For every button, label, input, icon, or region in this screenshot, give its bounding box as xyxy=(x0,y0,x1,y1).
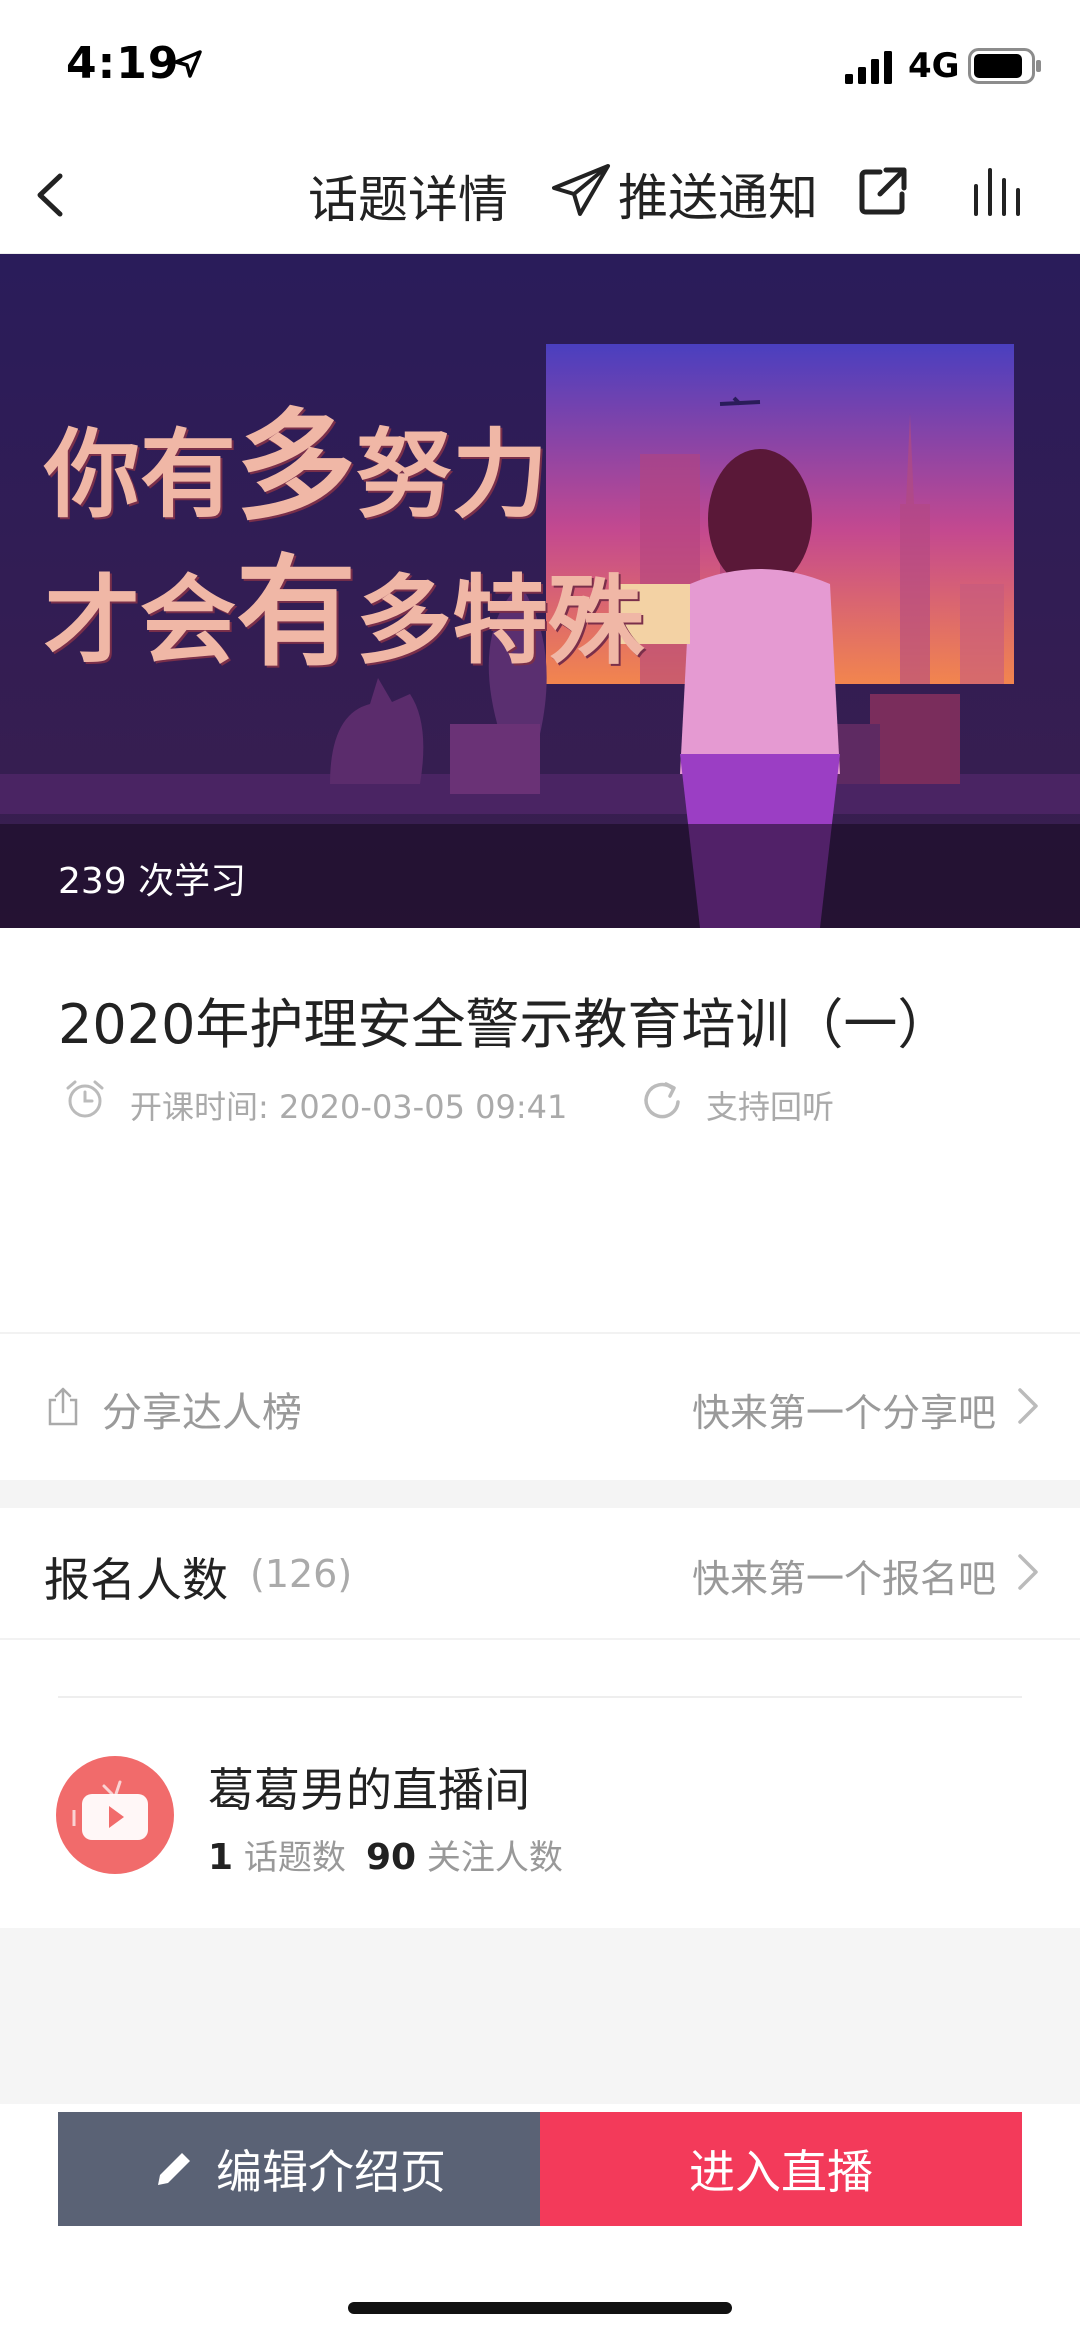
slogan-part: 多 xyxy=(236,396,356,537)
send-icon[interactable] xyxy=(550,162,612,218)
signup-label: 报名人数 xyxy=(44,1553,228,1607)
signup-count-row[interactable]: 报名人数 (126) 快来第一个报名吧 xyxy=(0,1508,1080,1640)
followers-number: 90 xyxy=(366,1837,417,1878)
live-room-name: 葛葛男的直播间 xyxy=(208,1763,530,1817)
edit-intro-label: 编辑介绍页 xyxy=(216,2145,446,2199)
enter-live-label: 进入直播 xyxy=(689,2145,873,2199)
banner-line-1: 你有多努力 xyxy=(44,394,644,540)
status-time: 4:19 xyxy=(66,38,180,89)
live-room-avatar xyxy=(56,1756,174,1874)
followers-label: 关注人数 xyxy=(426,1838,563,1878)
share-ranking-hint: 快来第一个分享吧 xyxy=(691,1391,996,1435)
network-type: 4G xyxy=(908,46,960,86)
divider xyxy=(0,1638,1080,1640)
slogan-part: 多特殊 xyxy=(356,564,644,678)
stats-icon[interactable] xyxy=(972,166,1028,218)
home-indicator[interactable] xyxy=(348,2302,732,2314)
push-notification-button[interactable]: 推送通知 xyxy=(618,158,818,230)
page-title: 话题详情 xyxy=(308,171,508,229)
replay-support: 支持回听 xyxy=(706,1088,835,1126)
live-room-card[interactable]: 葛葛男的直播间 1 话题数 90 关注人数 xyxy=(0,1698,1080,1928)
location-arrow-icon xyxy=(174,50,202,78)
replay-icon xyxy=(644,1082,680,1119)
page-filler xyxy=(0,1928,1080,2104)
topics-count: 1 话题数 xyxy=(208,1830,346,1879)
share-ranking-label: 分享达人榜 xyxy=(102,1390,302,1436)
slogan-part: 才会 xyxy=(44,564,236,678)
chevron-right-icon xyxy=(1018,1388,1038,1424)
external-share-icon[interactable] xyxy=(856,164,910,218)
alarm-clock-icon xyxy=(66,1080,104,1118)
course-meta: 开课时间: 2020-03-05 09:41 支持回听 xyxy=(58,1078,1058,1126)
signal-icon xyxy=(845,51,892,84)
followers-count: 90 关注人数 xyxy=(366,1830,563,1879)
share-ranking-row[interactable]: 分享达人榜 快来第一个分享吧 xyxy=(0,1334,1080,1480)
battery-icon xyxy=(968,48,1041,84)
topics-label: 话题数 xyxy=(243,1838,346,1878)
signup-hint: 快来第一个报名吧 xyxy=(691,1557,996,1601)
study-count: 239 次学习 xyxy=(58,861,247,902)
topics-number: 1 xyxy=(208,1837,234,1878)
banner-slogan: 你有多努力 才会有多特殊 xyxy=(44,394,644,687)
tv-icon xyxy=(72,1780,148,1840)
course-start-time: 开课时间: 2020-03-05 09:41 xyxy=(130,1088,568,1126)
nav-bar: 话题详情 推送通知 xyxy=(0,130,1080,254)
status-bar: 4:19 4G xyxy=(0,0,1080,130)
course-title: 2020年护理安全警示教育培训（一） xyxy=(58,993,952,1056)
slogan-part: 有 xyxy=(236,542,356,684)
edit-intro-button[interactable]: 编辑介绍页 xyxy=(58,2112,540,2226)
banner-line-2: 才会有多特殊 xyxy=(44,540,644,686)
pencil-icon xyxy=(158,2153,190,2185)
back-icon[interactable] xyxy=(30,170,70,220)
section-gap xyxy=(0,1480,1080,1508)
course-banner[interactable]: 你有多努力 才会有多特殊 239 次学习 xyxy=(0,254,1080,928)
chevron-right-icon xyxy=(1018,1554,1038,1590)
signup-count: (126) xyxy=(250,1552,353,1596)
enter-live-button[interactable]: 进入直播 xyxy=(540,2112,1022,2226)
slogan-part: 你有 xyxy=(44,418,236,531)
share-icon xyxy=(48,1387,78,1426)
slogan-part: 努力 xyxy=(356,418,548,531)
